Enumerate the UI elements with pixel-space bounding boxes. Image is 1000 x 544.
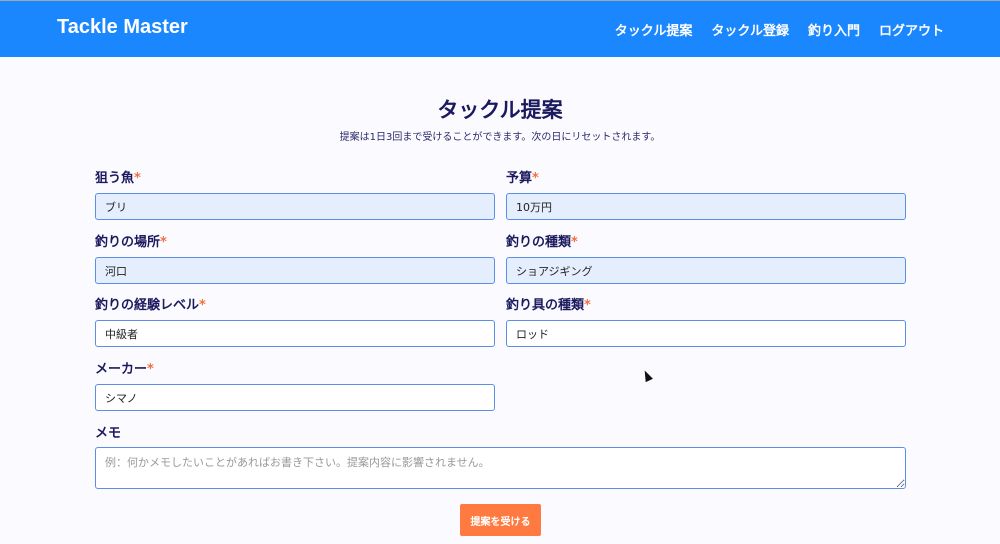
required-mark: *	[160, 235, 167, 250]
experience-input[interactable]	[95, 320, 495, 347]
required-mark: *	[147, 362, 154, 377]
nav-tackle-suggest[interactable]: タックル提案	[615, 20, 693, 39]
required-mark: *	[584, 298, 591, 313]
gear-type-input[interactable]	[506, 320, 906, 347]
mouse-cursor-icon	[641, 368, 653, 383]
budget-input[interactable]	[506, 193, 906, 220]
field-gear-type: 釣り具の種類*	[506, 294, 906, 347]
location-input[interactable]	[95, 257, 495, 284]
field-location: 釣りの場所*	[95, 231, 495, 284]
memo-label: メモ	[95, 426, 122, 441]
required-mark: *	[532, 171, 539, 186]
field-budget: 予算*	[506, 167, 906, 220]
nav-fishing-intro[interactable]: 釣り入門	[808, 20, 860, 39]
maker-input[interactable]	[95, 384, 495, 411]
required-mark: *	[571, 235, 578, 250]
field-fishing-type: 釣りの種類*	[506, 231, 906, 284]
field-target-fish: 狙う魚*	[95, 167, 495, 220]
field-maker: メーカー*	[95, 358, 495, 411]
required-mark: *	[134, 171, 141, 186]
field-label: メーカー	[95, 362, 148, 377]
field-experience: 釣りの経験レベル*	[95, 294, 495, 347]
page-subtitle: 提案は1日3回まで受けることができます。次の日にリセットされます。	[339, 132, 661, 143]
memo-textarea[interactable]	[95, 447, 906, 489]
field-label: 釣りの場所	[95, 235, 161, 250]
required-mark: *	[199, 298, 206, 313]
field-label: 釣り具の種類	[506, 298, 585, 313]
field-label: 釣りの経験レベル	[95, 298, 200, 313]
target-fish-input[interactable]	[95, 193, 495, 220]
field-label: 釣りの種類	[506, 235, 572, 250]
field-memo: メモ	[95, 422, 906, 493]
fishing-type-input[interactable]	[506, 257, 906, 284]
header: Tackle Master タックル提案 タックル登録 釣り入門 ログアウト	[0, 1, 1000, 57]
page-title: タックル提案	[437, 98, 563, 122]
nav: タックル提案 タックル登録 釣り入門 ログアウト	[615, 20, 944, 39]
brand-logo[interactable]: Tackle Master	[57, 16, 188, 39]
field-label: 狙う魚	[95, 171, 135, 186]
submit-button[interactable]: 提案を受ける	[460, 504, 541, 536]
field-label: 予算	[506, 171, 533, 186]
nav-tackle-register[interactable]: タックル登録	[711, 20, 789, 39]
nav-logout[interactable]: ログアウト	[879, 20, 944, 39]
